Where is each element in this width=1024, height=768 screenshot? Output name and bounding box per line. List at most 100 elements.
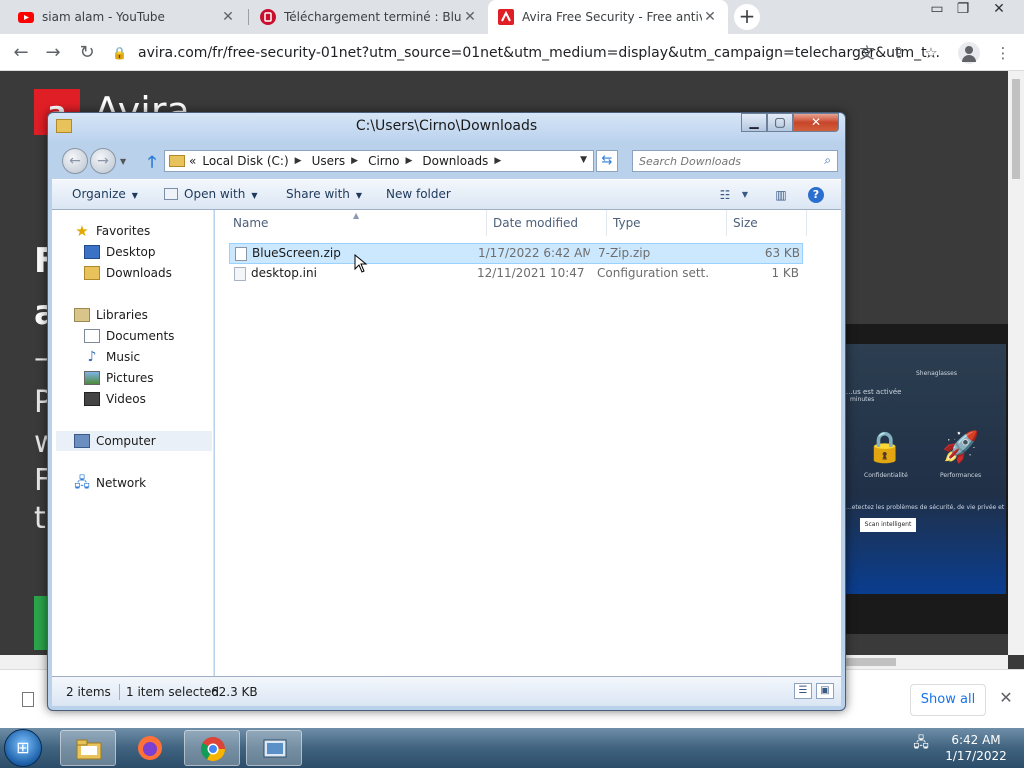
breadcrumb-cirno[interactable]: Cirno — [368, 154, 399, 168]
close-tab-icon[interactable]: ✕ — [220, 9, 236, 25]
file-row[interactable]: desktop.ini 12/11/2021 10:47 ... Configu… — [229, 264, 803, 285]
avira-icon — [498, 9, 514, 25]
scan-button: Scan intelligent — [860, 518, 916, 532]
taskbar-explorer[interactable] — [60, 730, 116, 766]
nav-pictures[interactable]: Pictures — [84, 368, 154, 388]
refresh-icon[interactable]: ⇆ — [596, 150, 618, 172]
nav-downloads[interactable]: Downloads — [84, 263, 172, 283]
chevron-down-icon[interactable]: ▼ — [580, 155, 587, 165]
forward-icon[interactable]: → — [42, 42, 64, 64]
lock-icon: 🔒 — [112, 46, 127, 60]
start-button[interactable]: ⊞ — [4, 729, 42, 767]
scrollbar-thumb[interactable] — [846, 658, 896, 666]
close-tab-icon[interactable]: ✕ — [702, 9, 718, 25]
change-view-icon[interactable]: ☷ — [716, 187, 734, 203]
help-icon[interactable]: ? — [808, 187, 824, 203]
tab-01net[interactable]: Téléchargement terminé : BlueScreen ✕ — [250, 0, 488, 34]
restore-icon[interactable]: ❐ — [946, 0, 980, 20]
chevron-right-icon[interactable]: ▶ — [295, 156, 302, 166]
chevron-right-icon[interactable]: ▶ — [405, 156, 412, 166]
close-window-icon[interactable]: ✕ — [982, 0, 1016, 20]
taskbar-app-window[interactable] — [246, 730, 302, 766]
network-icon: 🖧 — [74, 475, 90, 491]
chevron-right-icon[interactable]: ▶ — [351, 156, 358, 166]
rocket-icon: 🚀 — [942, 430, 980, 465]
chevron-down-icon: ▼ — [131, 191, 138, 200]
settings-file-icon — [234, 267, 246, 281]
back-icon[interactable]: ← — [10, 42, 32, 64]
tab-title: siam alam - YouTube — [42, 10, 165, 24]
share-with-button[interactable]: Share with ▼ — [286, 187, 362, 201]
status-sub-label: minutes — [850, 396, 875, 403]
profile-avatar-icon[interactable] — [958, 42, 980, 64]
menu-kebab-icon[interactable]: ⋮ — [992, 42, 1014, 64]
nav-libraries[interactable]: Libraries — [74, 305, 148, 325]
documents-icon — [84, 329, 100, 343]
scrollbar-thumb[interactable] — [1012, 79, 1020, 179]
translate-icon[interactable]: 文 — [856, 42, 878, 64]
breadcrumb-overflow[interactable]: « — [189, 154, 196, 168]
organize-button[interactable]: Organize ▼ — [72, 187, 138, 201]
forward-arrow-icon[interactable]: → — [90, 148, 116, 174]
new-tab-button[interactable]: + — [734, 4, 760, 30]
taskbar-chrome[interactable] — [184, 730, 240, 766]
breadcrumb-users[interactable]: Users — [312, 154, 346, 168]
reload-icon[interactable]: ↻ — [76, 42, 98, 64]
back-arrow-icon[interactable]: ← — [62, 148, 88, 174]
close-button[interactable]: ✕ — [793, 113, 839, 132]
address-bar[interactable]: 🔒 avira.com/fr/free-security-01net?utm_s… — [112, 39, 950, 67]
column-header-type[interactable]: Type — [607, 210, 727, 236]
nav-desktop[interactable]: Desktop — [84, 242, 156, 262]
lock-icon: 🔒 — [866, 430, 904, 465]
nav-label: Computer — [96, 434, 156, 448]
01net-icon — [260, 9, 276, 25]
nav-network[interactable]: 🖧 Network — [74, 473, 146, 493]
nav-favorites[interactable]: ★ Favorites — [74, 221, 150, 241]
app-window-icon — [263, 739, 287, 758]
tab-youtube[interactable]: siam alam - YouTube ✕ — [8, 0, 246, 34]
share-icon[interactable]: ⇪ — [888, 42, 910, 64]
search-icon[interactable]: ⌕ — [824, 153, 831, 168]
chrome-icon — [200, 737, 225, 762]
videos-icon — [84, 392, 100, 406]
file-row[interactable]: BlueScreen.zip 1/17/2022 6:42 AM 7-Zip.z… — [229, 243, 803, 264]
new-folder-label: New folder — [386, 187, 451, 201]
page-vertical-scrollbar[interactable] — [1008, 71, 1024, 655]
view-chevron-down-icon[interactable]: ▼ — [736, 187, 754, 203]
new-folder-button[interactable]: New folder — [386, 187, 451, 201]
status-divider — [119, 684, 120, 700]
up-arrow-icon[interactable]: 🡑 — [144, 151, 160, 178]
open-with-button[interactable]: Open with ▼ — [164, 187, 257, 201]
system-clock[interactable]: 6:42 AM 1/17/2022 — [938, 732, 1014, 764]
chevron-right-icon[interactable]: ▶ — [494, 156, 501, 166]
nav-music[interactable]: ♪ Music — [84, 347, 141, 367]
window-titlebar[interactable]: C:\Users\Cirno\Downloads ▁ ▢ ✕ — [48, 113, 845, 141]
details-view-icon[interactable]: ☰ — [794, 683, 812, 699]
nav-documents[interactable]: Documents — [84, 326, 174, 346]
nav-label: Downloads — [106, 266, 172, 280]
preview-pane-icon[interactable]: ▥ — [772, 187, 790, 203]
breadcrumb-local-disk[interactable]: Local Disk (C:) — [202, 154, 288, 168]
navigation-pane: ★ Favorites Desktop Downloads Libraries D… — [52, 210, 214, 676]
minimize-button[interactable]: ▁ — [741, 113, 767, 132]
nav-label: Documents — [106, 329, 175, 343]
column-header-date[interactable]: Date modified — [487, 210, 607, 236]
show-all-button[interactable]: Show all — [910, 684, 986, 716]
status-bar: 2 items 1 item selected 62.3 KB ☰ ▣ — [52, 676, 841, 706]
tab-avira[interactable]: Avira Free Security - Free antivirus ✕ — [488, 0, 728, 34]
close-icon[interactable]: ✕ — [996, 688, 1016, 707]
network-tray-icon[interactable]: 🖧 — [912, 732, 930, 751]
recent-pages-chevron-icon[interactable]: ▼ — [120, 157, 126, 166]
address-breadcrumb[interactable]: « Local Disk (C:) ▶ Users ▶ Cirno ▶ Down… — [164, 150, 594, 172]
bookmark-star-icon[interactable]: ☆ — [920, 42, 942, 64]
large-icons-view-icon[interactable]: ▣ — [816, 683, 834, 699]
nav-computer[interactable]: Computer — [56, 431, 212, 451]
close-tab-icon[interactable]: ✕ — [462, 9, 478, 25]
column-header-size[interactable]: Size — [727, 210, 807, 236]
taskbar-firefox[interactable] — [122, 730, 178, 766]
search-input[interactable] — [633, 151, 813, 171]
file-date: 1/17/2022 6:42 AM — [478, 246, 590, 260]
breadcrumb-downloads[interactable]: Downloads — [422, 154, 488, 168]
nav-videos[interactable]: Videos — [84, 389, 146, 409]
maximize-button[interactable]: ▢ — [767, 113, 793, 132]
